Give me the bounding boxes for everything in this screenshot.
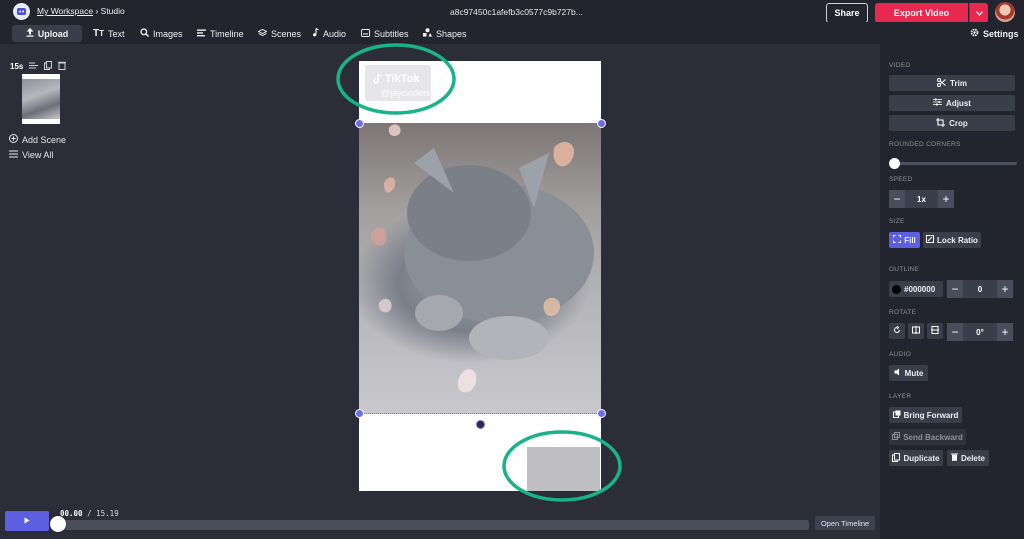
video-section-heading: VIDEO [889, 62, 911, 69]
outline-increase-button[interactable]: + [997, 280, 1013, 298]
aspect-ratio-icon [926, 235, 935, 245]
flip-vertical-icon [931, 326, 939, 336]
send-backward-icon [892, 432, 901, 442]
crop-button[interactable]: Crop [889, 115, 1015, 131]
speed-stepper: − 1x + [889, 190, 954, 208]
rotate-decrease-button[interactable]: − [947, 323, 963, 341]
playback-scrubber-handle[interactable] [50, 516, 66, 532]
layer-heading: LAYER [889, 393, 912, 400]
outline-color-button[interactable]: #000000 [889, 281, 943, 297]
mute-label: Mute [904, 368, 924, 378]
bring-forward-label: Bring Forward [903, 410, 959, 420]
copy-icon [892, 452, 901, 464]
rotate-left-icon [893, 325, 901, 336]
play-icon [24, 516, 30, 526]
trash-icon [950, 453, 958, 463]
rounded-corners-slider-thumb[interactable] [889, 158, 900, 169]
speed-value[interactable]: 1x [905, 190, 938, 208]
outline-width-stepper: − 0 + [947, 280, 1013, 298]
sliders-icon [933, 98, 943, 108]
duplicate-label: Duplicate [903, 453, 940, 463]
play-button[interactable] [5, 511, 49, 531]
properties-panel: VIDEO Trim Adjust Crop ROUNDED CORNERS S… [880, 44, 1024, 539]
flip-vertical-button[interactable] [927, 323, 943, 339]
total-time: 15.19 [96, 509, 119, 518]
rotate-left-button[interactable] [889, 323, 905, 339]
adjust-button[interactable]: Adjust [889, 95, 1015, 111]
rotate-stepper: − 0° + [947, 323, 1013, 341]
size-heading: SIZE [889, 218, 905, 225]
rounded-corners-heading: ROUNDED CORNERS [889, 141, 961, 148]
highlight-circle-bottom [502, 430, 622, 502]
bring-forward-button[interactable]: Bring Forward [889, 407, 962, 423]
outline-decrease-button[interactable]: − [947, 280, 963, 298]
outline-heading: OUTLINE [889, 266, 920, 273]
speed-heading: SPEED [889, 176, 913, 183]
trim-button[interactable]: Trim [889, 75, 1015, 91]
open-timeline-button[interactable]: Open Timeline [815, 516, 875, 530]
playback-time: 00.00 / 15.19 [60, 509, 119, 518]
crop-label: Crop [949, 118, 968, 128]
crop-icon [936, 117, 946, 129]
rotate-value[interactable]: 0° [963, 323, 997, 341]
flip-horizontal-icon [912, 326, 920, 336]
trim-label: Trim [950, 78, 967, 88]
rounded-corners-slider-track[interactable] [893, 162, 1017, 165]
mute-button[interactable]: Mute [889, 365, 928, 381]
outline-width-value[interactable]: 0 [963, 280, 997, 298]
current-time: 00.00 [60, 509, 83, 518]
speed-decrease-button[interactable]: − [889, 190, 905, 208]
lock-ratio-label: Lock Ratio [937, 235, 978, 245]
adjust-label: Adjust [946, 98, 971, 108]
playback-scrubber-track[interactable] [57, 520, 809, 530]
speed-increase-button[interactable]: + [938, 190, 954, 208]
highlight-annotations [336, 43, 622, 502]
fill-button[interactable]: Fill [889, 232, 920, 248]
delete-button[interactable]: Delete [947, 450, 989, 466]
outline-color-label: #000000 [904, 284, 936, 294]
time-separator: / [87, 509, 92, 518]
duplicate-button[interactable]: Duplicate [889, 450, 943, 466]
outline-color-swatch [892, 284, 901, 294]
lock-ratio-button[interactable]: Lock Ratio [923, 232, 981, 248]
bring-forward-icon [892, 410, 901, 420]
delete-label: Delete [960, 453, 985, 463]
highlight-circle-top [336, 43, 456, 115]
flip-horizontal-button[interactable] [908, 323, 924, 339]
audio-heading: AUDIO [889, 351, 912, 358]
rotate-heading: ROTATE [889, 309, 917, 316]
send-backward-label: Send Backward [903, 432, 963, 442]
fill-label: Fill [904, 235, 916, 245]
rotate-increase-button[interactable]: + [997, 323, 1013, 341]
send-backward-button[interactable]: Send Backward [889, 429, 966, 445]
scissors-icon [937, 77, 946, 89]
expand-icon [893, 235, 902, 245]
speaker-icon [894, 368, 902, 378]
